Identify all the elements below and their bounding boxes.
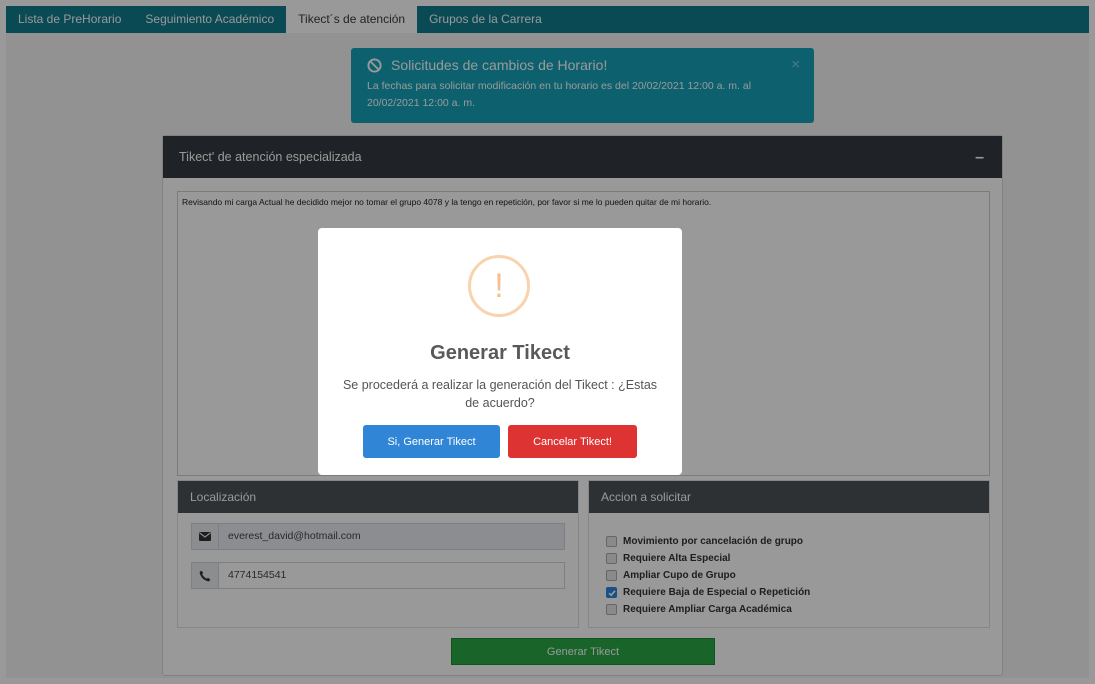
cancel-ticket-button[interactable]: Cancelar Tikect! [508, 425, 637, 458]
modal-backdrop[interactable]: ! Generar Tikect Se procederá a realizar… [0, 0, 1095, 684]
dialog-text: Se procederá a realizar la generación de… [342, 378, 658, 410]
dialog-title: Generar Tikect [430, 342, 570, 364]
warning-icon: ! [468, 255, 530, 317]
confirm-generate-button[interactable]: Si, Generar Tikect [363, 425, 500, 458]
confirm-dialog: ! Generar Tikect Se procederá a realizar… [318, 228, 682, 475]
